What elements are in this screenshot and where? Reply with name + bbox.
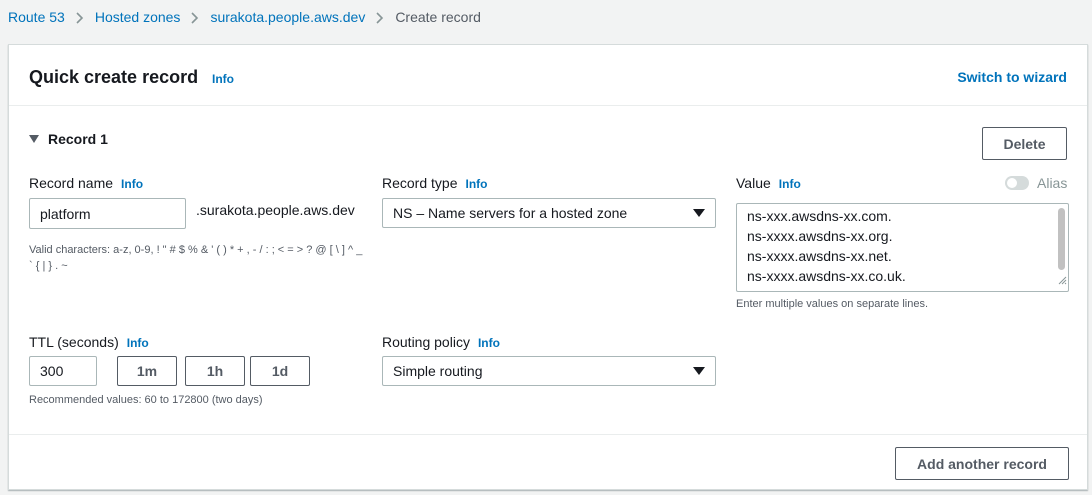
routing-policy-select[interactable]: Simple routing bbox=[382, 356, 716, 386]
ttl-info-link[interactable]: Info bbox=[127, 336, 149, 350]
record-type-select[interactable]: NS – Name servers for a hosted zone bbox=[382, 198, 716, 228]
record-type-label-text: Record type bbox=[382, 175, 458, 191]
ttl-hint: Recommended values: 60 to 172800 (two da… bbox=[29, 394, 263, 406]
breadcrumb-route53[interactable]: Route 53 bbox=[8, 9, 65, 25]
breadcrumb-current: Create record bbox=[395, 9, 481, 25]
routing-policy-label: Routing policy Info bbox=[382, 334, 500, 350]
resize-grip-icon[interactable] bbox=[1058, 270, 1067, 290]
record-type-label: Record type Info bbox=[382, 175, 487, 191]
page-title: Quick create record bbox=[29, 67, 199, 87]
value-line: ns-xxxx.awsdns-xx.org. bbox=[747, 228, 893, 244]
quick-create-panel: Quick create record Info Switch to wizar… bbox=[8, 44, 1088, 490]
panel-header: Quick create record Info Switch to wizar… bbox=[9, 45, 1087, 106]
value-label-text: Value bbox=[736, 175, 771, 191]
value-line: ns-xxx.awsdns-xx.com. bbox=[747, 208, 892, 224]
value-hint: Enter multiple values on separate lines. bbox=[736, 298, 928, 310]
title-info-link[interactable]: Info bbox=[212, 72, 234, 86]
record-section-title: Record 1 bbox=[48, 131, 108, 147]
record-name-label: Record name Info bbox=[29, 175, 143, 191]
record-name-info-link[interactable]: Info bbox=[121, 177, 143, 191]
routing-policy-selected: Simple routing bbox=[393, 363, 483, 379]
textarea-scrollbar[interactable] bbox=[1058, 208, 1065, 270]
record-1-toggle[interactable]: Record 1 bbox=[29, 131, 108, 147]
routing-policy-label-text: Routing policy bbox=[382, 334, 470, 350]
value-info-link[interactable]: Info bbox=[779, 177, 801, 191]
record-name-input[interactable]: platform bbox=[29, 198, 186, 229]
alias-label: Alias bbox=[1037, 175, 1068, 191]
breadcrumb-hosted-zones[interactable]: Hosted zones bbox=[95, 9, 181, 25]
add-another-record-button[interactable]: Add another record bbox=[895, 447, 1069, 480]
delete-button[interactable]: Delete bbox=[982, 127, 1067, 160]
chevron-right-icon bbox=[180, 9, 210, 25]
breadcrumb: Route 53 Hosted zones surakota.people.aw… bbox=[8, 8, 481, 26]
chevron-right-icon bbox=[365, 9, 395, 25]
value-textarea[interactable]: ns-xxx.awsdns-xx.com. ns-xxxx.awsdns-xx.… bbox=[736, 203, 1069, 292]
ttl-label-text: TTL (seconds) bbox=[29, 334, 119, 350]
breadcrumb-hosted-zone[interactable]: surakota.people.aws.dev bbox=[210, 9, 365, 25]
record-type-info-link[interactable]: Info bbox=[465, 177, 487, 191]
ttl-label: TTL (seconds) Info bbox=[29, 334, 149, 350]
ttl-1d-button[interactable]: 1d bbox=[250, 356, 310, 386]
caret-down-icon bbox=[693, 209, 705, 217]
value-line: ns-xxxx.awsdns-xx.net. bbox=[747, 248, 892, 264]
caret-down-icon bbox=[693, 367, 705, 375]
alias-toggle-knob bbox=[1007, 178, 1017, 188]
ttl-1m-button[interactable]: 1m bbox=[117, 356, 177, 386]
value-line: ns-xxxx.awsdns-xx.co.uk. bbox=[747, 268, 906, 284]
ttl-input[interactable]: 300 bbox=[29, 356, 97, 386]
ttl-1h-button[interactable]: 1h bbox=[185, 356, 245, 386]
alias-toggle-track[interactable] bbox=[1005, 176, 1029, 190]
record-name-label-text: Record name bbox=[29, 175, 114, 191]
value-label: Value Info bbox=[736, 175, 801, 191]
alias-toggle[interactable]: Alias bbox=[1005, 175, 1067, 191]
switch-to-wizard-link[interactable]: Switch to wizard bbox=[957, 69, 1067, 85]
domain-suffix: .surakota.people.aws.dev bbox=[196, 202, 355, 218]
footer-divider bbox=[9, 434, 1087, 435]
routing-policy-info-link[interactable]: Info bbox=[478, 336, 500, 350]
record-name-hint: Valid characters: a-z, 0-9, ! " # $ % & … bbox=[29, 244, 363, 272]
record-type-selected: NS – Name servers for a hosted zone bbox=[393, 205, 628, 221]
caret-down-icon bbox=[29, 135, 39, 143]
chevron-right-icon bbox=[65, 9, 95, 25]
